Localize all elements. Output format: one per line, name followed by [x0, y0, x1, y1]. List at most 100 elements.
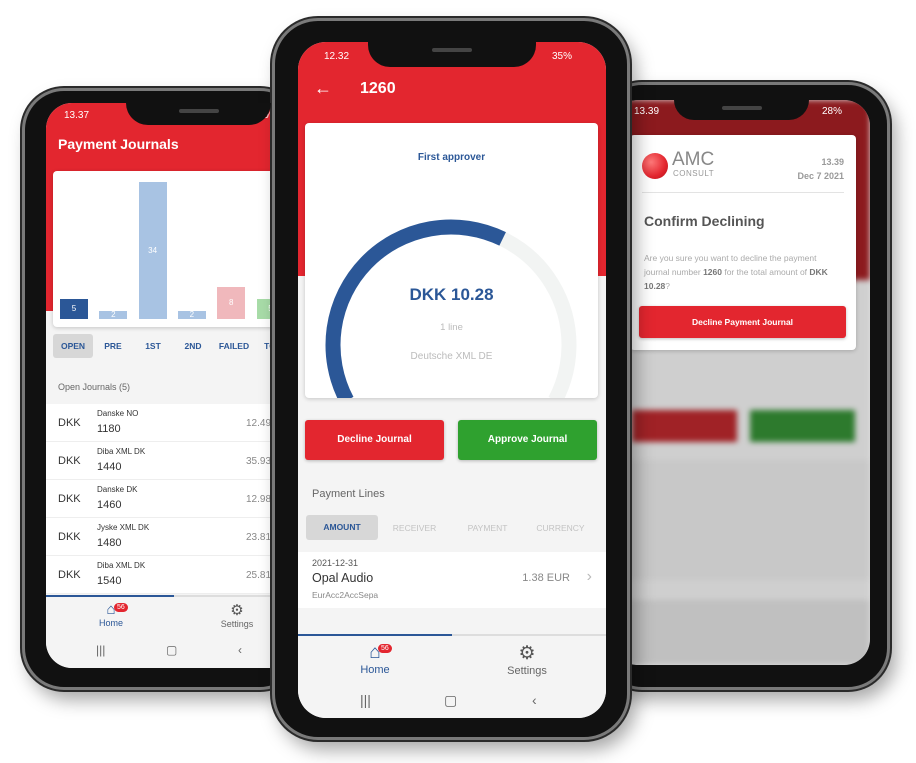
line-name: Opal Audio — [312, 571, 374, 585]
journal-row[interactable]: DKK Diba XML DK 1440 35.93 — [46, 442, 296, 480]
nav-settings[interactable]: ⚙ Settings — [212, 601, 262, 629]
bank-name: Deutsche XML DE — [410, 351, 493, 362]
payment-line-item[interactable]: 2021-12-31 Opal Audio EurAcc2AccSepa 1.3… — [298, 552, 606, 608]
line-count: 1 line — [440, 322, 463, 333]
notification-date: Dec 7 2021 — [797, 171, 844, 181]
nav-settings-label: Settings — [220, 619, 254, 629]
journal-chart: 5 2 34 2 8 5 — [53, 171, 293, 327]
back-arrow-icon[interactable]: ← — [314, 78, 332, 99]
journal-bank: Danske NO — [97, 409, 139, 418]
journal-currency: DKK — [58, 569, 81, 581]
journal-number: 1460 — [97, 499, 122, 511]
tab-amount[interactable]: AMOUNT — [306, 515, 378, 540]
journal-number: 1440 — [97, 461, 122, 473]
nav-home-label: Home — [360, 664, 390, 676]
journal-currency: DKK — [58, 493, 81, 505]
journal-currency: DKK — [58, 531, 81, 543]
dialog-message: Are you sure you want to decline the pay… — [644, 253, 828, 291]
right-phone-screen: 13.39 28% AMC CONSULT 13.39 Dec 7 2021 C… — [612, 100, 870, 665]
journal-row[interactable]: DKK Danske NO 1180 12.49 — [46, 404, 296, 442]
recent-apps-icon[interactable]: ||| — [96, 643, 105, 657]
notification-badge: 56 — [378, 644, 392, 653]
nav-settings[interactable]: ⚙ Settings — [496, 642, 558, 677]
confirm-dialog: AMC CONSULT 13.39 Dec 7 2021 Confirm Dec… — [630, 135, 856, 350]
back-icon[interactable]: ‹ — [532, 692, 537, 708]
approve-journal-button[interactable]: Approve Journal — [458, 420, 597, 460]
gauge-progress — [325, 219, 506, 398]
journal-number: 1480 — [97, 537, 122, 549]
status-battery: 28% — [822, 106, 843, 117]
tab-2nd[interactable]: 2ND — [173, 334, 213, 358]
nav-home[interactable]: ⌂ 56 Home — [348, 642, 402, 676]
line-date: 2021-12-31 — [312, 558, 359, 568]
center-phone-screen: 12.32 35% ← 1260 First approver DKK 10.2… — [298, 42, 606, 718]
home-button-icon[interactable]: ▢ — [166, 643, 177, 657]
tab-failed[interactable]: FAILED — [213, 334, 255, 358]
journal-row[interactable]: DKK Danske DK 1460 12.98 — [46, 480, 296, 518]
nav-home[interactable]: ⌂ 56 Home — [86, 601, 136, 628]
logo-name: AMC — [672, 149, 715, 170]
left-phone-screen: 13.37 29% Payment Journals 5 2 34 2 8 5 OPEN … — [46, 103, 296, 668]
journal-bank: Diba XML DK — [97, 561, 146, 570]
gear-icon: ⚙ — [230, 602, 244, 619]
dialog-title: Confirm Declining — [644, 213, 765, 229]
journal-amount: 25.81 — [246, 570, 272, 581]
tab-receiver[interactable]: RECEIVER — [378, 516, 451, 540]
bar-label: 2 — [189, 309, 195, 319]
status-time: 13.37 — [64, 110, 90, 121]
chevron-right-icon: › — [586, 568, 592, 585]
tab-payment[interactable]: PAYMENT — [451, 516, 524, 540]
tab-open[interactable]: OPEN — [53, 334, 93, 358]
tab-currency[interactable]: CURRENCY — [524, 516, 597, 540]
decline-payment-journal-button[interactable]: Decline Payment Journal — [639, 306, 846, 338]
journal-row[interactable]: DKK Jyske XML DK 1480 23.81 — [46, 518, 296, 556]
journal-bank: Danske DK — [97, 485, 138, 494]
chart-bar[interactable]: 8 — [217, 286, 246, 319]
bar-label: 8 — [228, 297, 234, 307]
chart-bar[interactable]: 34 — [138, 182, 167, 319]
journal-amount: DKK 10.28 — [409, 285, 494, 304]
amc-logo — [642, 153, 668, 179]
status-time: 12.32 — [324, 51, 350, 62]
decline-journal-button[interactable]: Decline Journal — [305, 420, 444, 460]
back-icon[interactable]: ‹ — [238, 643, 242, 657]
journal-number: 1540 — [97, 575, 122, 587]
line-method: EurAcc2AccSepa — [312, 590, 379, 600]
chart-bar[interactable]: 5 — [60, 298, 88, 319]
tab-1st[interactable]: 1ST — [133, 334, 173, 358]
chart-bar[interactable]: 2 — [177, 309, 206, 319]
nav-settings-label: Settings — [507, 665, 547, 677]
home-icon: ⌂ — [106, 601, 116, 618]
journal-amount: 35.93 — [246, 456, 272, 467]
journal-currency: DKK — [58, 417, 81, 429]
bar-label: 2 — [111, 309, 116, 319]
journal-amount: 12.49 — [246, 418, 272, 429]
line-amount: 1.38 EUR — [522, 572, 570, 584]
journal-currency: DKK — [58, 455, 81, 467]
status-battery: 35% — [552, 51, 573, 62]
journal-amount: 23.81 — [246, 532, 272, 543]
home-icon: ⌂ — [369, 642, 381, 663]
journal-title: 1260 — [360, 80, 396, 97]
bar-label: 5 — [71, 303, 77, 313]
journal-bank: Jyske XML DK — [97, 523, 150, 532]
section-title: Open Journals (5) — [58, 382, 131, 392]
page-title: Payment Journals — [58, 136, 179, 152]
journal-number: 1180 — [97, 423, 121, 435]
nav-home-label: Home — [98, 618, 123, 628]
chart-bar[interactable]: 2 — [99, 309, 128, 319]
status-time: 13.39 — [634, 106, 660, 117]
journal-amount: 12.98 — [246, 494, 272, 505]
journal-row[interactable]: DKK Diba XML DK 1540 25.81 — [46, 556, 296, 594]
tab-pre[interactable]: PRE — [93, 334, 133, 358]
bar-label: 34 — [148, 246, 158, 255]
home-button-icon[interactable]: ▢ — [444, 692, 457, 709]
journal-bank: Diba XML DK — [97, 447, 146, 456]
journal-summary-card: First approver DKK 10.28 1 line Deutsche… — [305, 123, 598, 398]
notification-time: 13.39 — [821, 157, 844, 167]
gear-icon: ⚙ — [518, 643, 536, 664]
notification-badge: 56 — [114, 603, 128, 612]
section-title: Payment Lines — [312, 488, 385, 500]
recent-apps-icon[interactable]: ||| — [360, 692, 371, 708]
logo-sub: CONSULT — [673, 169, 715, 178]
